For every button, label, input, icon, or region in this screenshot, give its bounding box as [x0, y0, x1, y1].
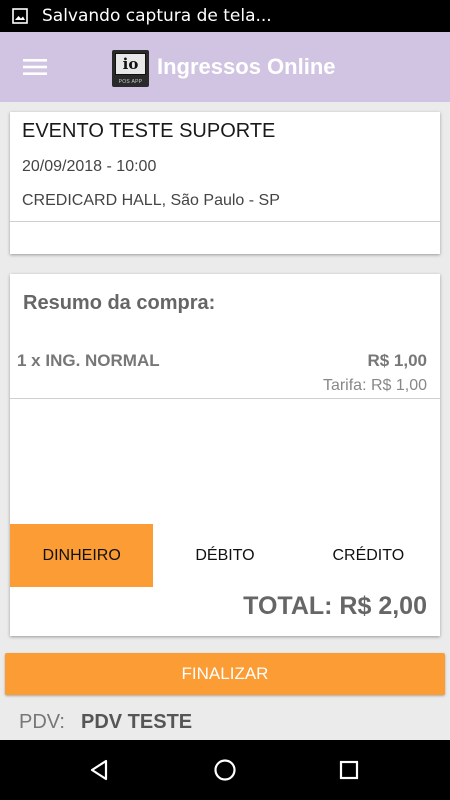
app-title: Ingressos Online [157, 54, 336, 79]
payment-cash-button[interactable]: DINHEIRO [10, 524, 154, 587]
image-icon [12, 8, 28, 24]
purchase-summary-card: Resumo da compra: 1 x ING. NORMAL R$ 1,0… [10, 274, 440, 636]
finalize-button[interactable]: FINALIZAR [5, 653, 445, 695]
app-logo: io POS APP [112, 50, 149, 87]
navigation-bar [0, 740, 450, 800]
status-notification-text: Salvando captura de tela... [42, 6, 272, 26]
pdv-value: PDV TESTE [81, 711, 193, 733]
summary-title: Resumo da compra: [23, 292, 216, 314]
back-triangle-icon [90, 759, 108, 781]
recents-button[interactable] [309, 740, 389, 800]
ticket-item-price: R$ 1,00 [367, 351, 427, 370]
menu-button[interactable] [0, 32, 70, 102]
payment-credit-button[interactable]: CRÉDITO [296, 524, 440, 587]
recents-square-icon [339, 760, 359, 780]
pdv-label: PDV: [19, 711, 65, 733]
ticket-item-fee: Tarifa: R$ 1,00 [322, 377, 427, 394]
ticket-item-name: 1 x ING. NORMAL [17, 351, 160, 370]
back-button[interactable] [59, 740, 139, 800]
hamburger-menu-icon [23, 59, 47, 75]
home-button[interactable] [185, 740, 265, 800]
event-name: EVENTO TESTE SUPORTE [22, 120, 276, 142]
event-card: EVENTO TESTE SUPORTE 20/09/2018 - 10:00 … [10, 112, 440, 254]
payment-debit-button[interactable]: DÉBITO [153, 524, 297, 587]
payment-method-selector: DINHEIRO DÉBITO CRÉDITO [10, 524, 440, 587]
divider [10, 221, 440, 222]
total-amount: TOTAL: R$ 2,00 [243, 592, 427, 620]
event-date: 20/09/2018 - 10:00 [22, 158, 157, 175]
event-venue: CREDICARD HALL, São Paulo - SP [22, 192, 280, 209]
home-circle-icon [214, 759, 236, 781]
divider [10, 398, 440, 399]
app-bar: io POS APP Ingressos Online [0, 32, 450, 102]
status-bar: Salvando captura de tela... [0, 0, 450, 32]
